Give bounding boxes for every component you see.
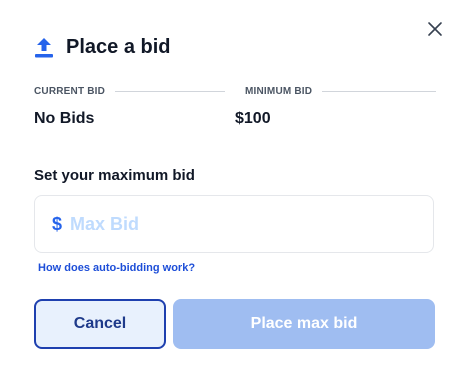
modal-title: Place a bid	[66, 36, 171, 58]
auto-bidding-help-link[interactable]: How does auto-bidding work?	[38, 262, 195, 274]
bid-info-values: No Bids $100	[34, 110, 436, 128]
max-bid-field[interactable]: $	[34, 195, 434, 253]
close-icon[interactable]	[426, 20, 444, 38]
place-bid-modal: Place a bid CURRENT BID MINIMUM BID No B…	[0, 0, 456, 366]
divider	[115, 91, 225, 92]
currency-symbol: $	[52, 213, 63, 234]
current-bid-label: CURRENT BID	[34, 86, 106, 97]
max-bid-label: Set your maximum bid	[34, 167, 195, 184]
current-bid-label-group: CURRENT BID	[34, 86, 225, 97]
bid-info-labels: CURRENT BID MINIMUM BID	[34, 86, 436, 97]
place-max-bid-button[interactable]: Place max bid	[173, 299, 435, 349]
modal-header: Place a bid	[34, 36, 171, 59]
minimum-bid-label: MINIMUM BID	[245, 86, 313, 97]
minimum-bid-value: $100	[235, 110, 271, 127]
cancel-button[interactable]: Cancel	[34, 299, 166, 349]
minimum-bid-label-group: MINIMUM BID	[245, 86, 436, 97]
current-bid-value: No Bids	[34, 110, 95, 127]
upload-icon	[35, 37, 53, 57]
divider	[322, 91, 436, 92]
max-bid-input[interactable]	[70, 213, 401, 235]
